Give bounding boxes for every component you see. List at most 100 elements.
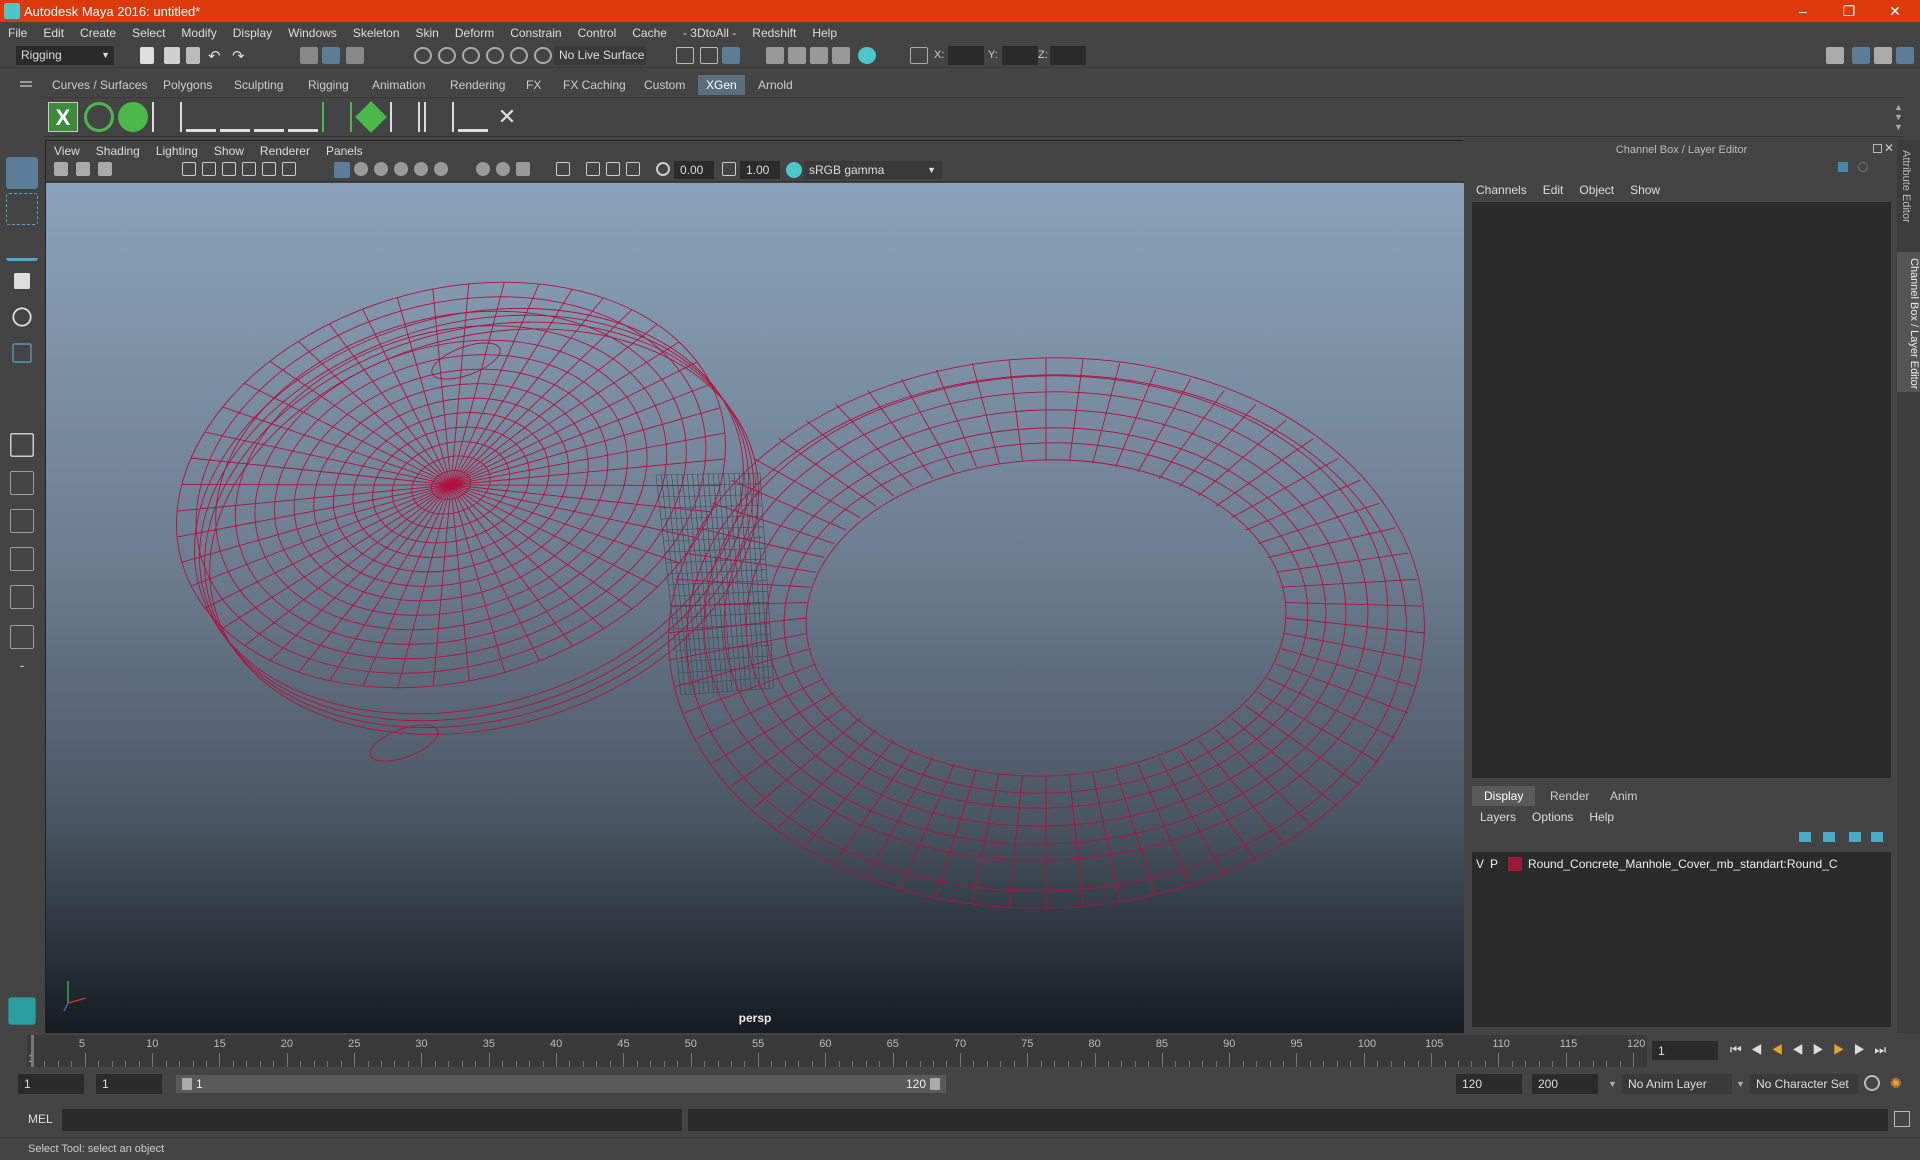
tab-custom[interactable]: Custom xyxy=(636,75,693,95)
xgen-select-guide-icon[interactable] xyxy=(254,102,284,132)
gate-mask-icon[interactable] xyxy=(242,162,256,176)
cb-show-menu[interactable]: Show xyxy=(1622,183,1668,197)
xray-components-icon[interactable] xyxy=(626,162,640,176)
side-tab-attribute-editor[interactable]: Attribute Editor xyxy=(1900,150,1912,223)
menu-control[interactable]: Control xyxy=(570,26,625,40)
snap-view-plane-icon[interactable] xyxy=(486,47,504,64)
key-mode-icon[interactable] xyxy=(1858,162,1868,172)
quad-layout-icon[interactable] xyxy=(10,433,34,457)
step-forward-icon[interactable]: ▶ xyxy=(1854,1042,1875,1057)
film-gate-icon[interactable] xyxy=(202,162,216,176)
xgen-flatten-icon[interactable] xyxy=(458,102,488,132)
two-view-layout-icon[interactable] xyxy=(10,509,34,533)
grid-icon[interactable] xyxy=(182,162,196,176)
play-forwards-icon[interactable]: ▶ xyxy=(1813,1042,1834,1057)
time-ruler[interactable]: 1 51015202530354045505560657075808590951… xyxy=(27,1035,1647,1067)
menu-skeleton[interactable]: Skeleton xyxy=(345,26,408,40)
tool-settings-toggle-icon[interactable] xyxy=(1874,47,1892,64)
menu-help[interactable]: Help xyxy=(804,26,845,40)
tab-polygons[interactable]: Polygons xyxy=(155,75,220,95)
anim-layer-dropdown[interactable]: No Anim Layer xyxy=(1622,1074,1732,1094)
shelf-scroll-icon[interactable]: ▲ ▼ ▼ xyxy=(1894,102,1903,132)
xgen-groom-icon[interactable] xyxy=(390,102,420,132)
playback-end-field[interactable]: 120 xyxy=(1456,1074,1522,1094)
select-by-object-icon[interactable] xyxy=(322,47,340,64)
redo-icon[interactable]: ↷ xyxy=(232,47,250,65)
menu-select[interactable]: Select xyxy=(124,26,173,40)
command-input[interactable] xyxy=(62,1109,682,1131)
channel-box-toggle-icon[interactable] xyxy=(1896,47,1914,64)
camera-attributes-icon[interactable] xyxy=(76,162,90,176)
current-time-indicator[interactable] xyxy=(31,1035,34,1067)
output-ops-icon[interactable] xyxy=(700,47,718,64)
axis-orient-icon[interactable] xyxy=(1838,162,1848,172)
range-slider[interactable]: 1 120 xyxy=(176,1075,946,1093)
layer-name[interactable]: Round_Concrete_Manhole_Cover_mb_standart… xyxy=(1528,857,1838,871)
channel-box-body[interactable] xyxy=(1472,202,1891,778)
viewport-menu-renderer[interactable]: Renderer xyxy=(252,144,318,158)
smooth-shade-icon[interactable] xyxy=(354,162,368,176)
outliner-layout-icon[interactable] xyxy=(10,547,34,571)
shadows-icon[interactable] xyxy=(414,162,428,176)
xgen-add-guide-icon[interactable] xyxy=(220,102,250,132)
render-current-frame-icon[interactable] xyxy=(788,47,806,64)
color-space-dropdown[interactable]: sRGB gamma ▼ xyxy=(804,161,942,179)
bookmark-icon[interactable] xyxy=(98,162,112,176)
gamma-icon[interactable] xyxy=(722,162,736,176)
layer-visibility-toggle[interactable]: V xyxy=(1476,857,1490,871)
xray-joints-icon[interactable] xyxy=(606,162,620,176)
symmetry-icon[interactable] xyxy=(910,47,928,64)
cb-object-menu[interactable]: Object xyxy=(1571,183,1622,197)
current-frame-field[interactable]: 1 xyxy=(1652,1041,1718,1060)
viewport-menu-panels[interactable]: Panels xyxy=(318,144,371,158)
render-settings-icon[interactable] xyxy=(832,47,850,64)
color-management-icon[interactable] xyxy=(786,162,802,178)
exposure-icon[interactable] xyxy=(656,162,670,176)
camera-icon[interactable] xyxy=(54,162,68,176)
viewport-menu-lighting[interactable]: Lighting xyxy=(148,144,206,158)
snap-live-surface-icon[interactable] xyxy=(510,47,528,64)
menu-modify[interactable]: Modify xyxy=(173,26,224,40)
xgen-brush-icon[interactable] xyxy=(424,102,454,132)
coord-x-field[interactable] xyxy=(948,46,984,65)
chevron-down-icon[interactable]: ▼ xyxy=(1736,1079,1745,1089)
xgen-layer-icon[interactable] xyxy=(355,101,387,133)
preferences-icon[interactable]: ✺ xyxy=(1890,1075,1906,1091)
tab-display-layers[interactable]: Display xyxy=(1472,786,1536,806)
magnet-icon[interactable] xyxy=(534,47,552,64)
depth-of-field-icon[interactable] xyxy=(516,162,530,176)
select-by-hierarchy-icon[interactable] xyxy=(300,47,318,64)
character-set-dropdown[interactable]: No Character Set xyxy=(1750,1074,1858,1094)
menu-edit[interactable]: Edit xyxy=(35,26,72,40)
shelf-menu-icon[interactable] xyxy=(20,81,32,83)
xgen-lock-guide-icon[interactable] xyxy=(288,102,318,132)
move-layer-down-icon[interactable] xyxy=(1823,832,1835,842)
select-by-component-icon[interactable] xyxy=(346,47,364,64)
hypershade-layout-icon[interactable] xyxy=(10,625,34,649)
xgen-editor-icon[interactable]: X xyxy=(48,102,78,132)
playback-start-field[interactable]: 1 xyxy=(96,1074,162,1094)
open-scene-icon[interactable] xyxy=(164,47,180,64)
xgen-place-guide-icon[interactable] xyxy=(186,102,216,132)
lights-icon[interactable] xyxy=(394,162,408,176)
move-tool-icon[interactable] xyxy=(14,273,30,289)
snap-grid-icon[interactable] xyxy=(414,47,432,64)
range-end-handle[interactable] xyxy=(930,1078,940,1090)
undo-icon[interactable]: ↶ xyxy=(208,47,226,65)
resolution-gate-icon[interactable] xyxy=(222,162,236,176)
tab-curves-surfaces[interactable]: Curves / Surfaces xyxy=(44,75,155,95)
safe-action-icon[interactable] xyxy=(282,162,296,176)
menu-set-dropdown[interactable]: Rigging ▼ xyxy=(16,46,114,65)
hypershade-icon[interactable] xyxy=(858,47,876,64)
coord-y-field[interactable] xyxy=(1002,46,1038,65)
channels-menu[interactable]: Channels xyxy=(1468,183,1535,197)
tab-render-layers[interactable]: Render xyxy=(1538,786,1601,806)
viewport-menu-view[interactable]: View xyxy=(46,144,88,158)
viewport-menu-shading[interactable]: Shading xyxy=(88,144,148,158)
menu-create[interactable]: Create xyxy=(72,26,124,40)
lasso-tool-icon[interactable] xyxy=(6,193,38,225)
tab-animation[interactable]: Animation xyxy=(364,75,433,95)
attribute-editor-toggle-icon[interactable] xyxy=(1852,47,1870,64)
rotate-tool-icon[interactable] xyxy=(12,307,32,327)
go-to-end-icon[interactable]: ⏭ xyxy=(1874,1042,1895,1057)
